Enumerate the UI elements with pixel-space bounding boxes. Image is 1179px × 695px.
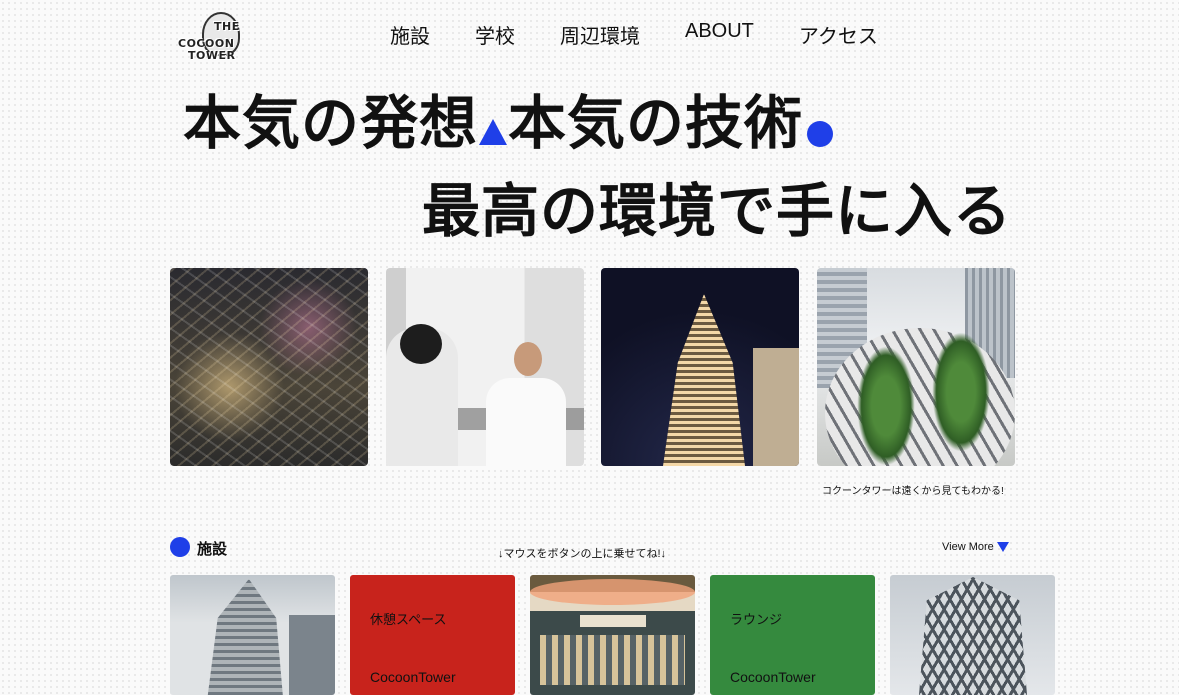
main-nav: 施設 学校 周辺環境 ABOUT アクセス <box>390 20 878 49</box>
circle-icon <box>807 121 834 147</box>
photo-caption: コクーンタワーは遠くから見てもわかる! <box>822 486 1004 497</box>
view-more-label: View More <box>942 541 994 553</box>
photo-tower-night <box>601 268 799 466</box>
photo-gallery <box>170 268 1015 466</box>
logo[interactable]: THE COCOON TOWER <box>176 10 248 62</box>
facility-cards: 休憩スペース CocoonTower ラウンジ CocoonTower <box>170 575 1055 695</box>
hover-hint: ↓マウスをボタンの上に乗せてね!↓ <box>498 548 667 560</box>
hero-phrase-idea: 本気の発想 <box>183 89 479 157</box>
hero-headline-line1: 本気の発想 本気の技術 <box>183 88 834 158</box>
photo-dome-trees <box>816 268 1015 466</box>
facility-card-tower[interactable] <box>170 575 335 695</box>
nav-item-facilities[interactable]: 施設 <box>390 20 430 49</box>
facility-card-tower-lattice[interactable] <box>890 575 1055 695</box>
card-label: 休憩スペース <box>370 612 447 627</box>
card-label: ラウンジ <box>730 612 783 627</box>
view-more-link[interactable]: View More <box>942 541 1009 553</box>
nav-item-surroundings[interactable]: 周辺環境 <box>560 20 640 49</box>
logo-text-line1: THE <box>214 20 240 33</box>
facility-card-lounge[interactable]: ラウンジ CocoonTower <box>710 575 875 695</box>
nav-item-school[interactable]: 学校 <box>475 20 515 49</box>
photo-students <box>385 268 584 466</box>
facility-card-rest-space[interactable]: 休憩スペース CocoonTower <box>350 575 515 695</box>
card-sub: CocoonTower <box>370 669 456 685</box>
card-sub: CocoonTower <box>730 669 816 685</box>
section-circle-icon <box>170 537 190 557</box>
triangle-down-icon <box>996 542 1009 552</box>
nav-item-access[interactable]: アクセス <box>799 20 878 49</box>
photo-night-city <box>170 268 368 466</box>
hero-headline-line2: 最高の環境で手に入る <box>422 177 1013 245</box>
logo-text-line3: TOWER <box>188 49 236 62</box>
section-title: 施設 <box>197 541 228 558</box>
hero-phrase-tech: 本気の技術 <box>508 89 804 157</box>
facility-card-store[interactable] <box>530 575 695 695</box>
triangle-icon <box>479 119 508 145</box>
nav-item-about[interactable]: ABOUT <box>685 20 754 49</box>
